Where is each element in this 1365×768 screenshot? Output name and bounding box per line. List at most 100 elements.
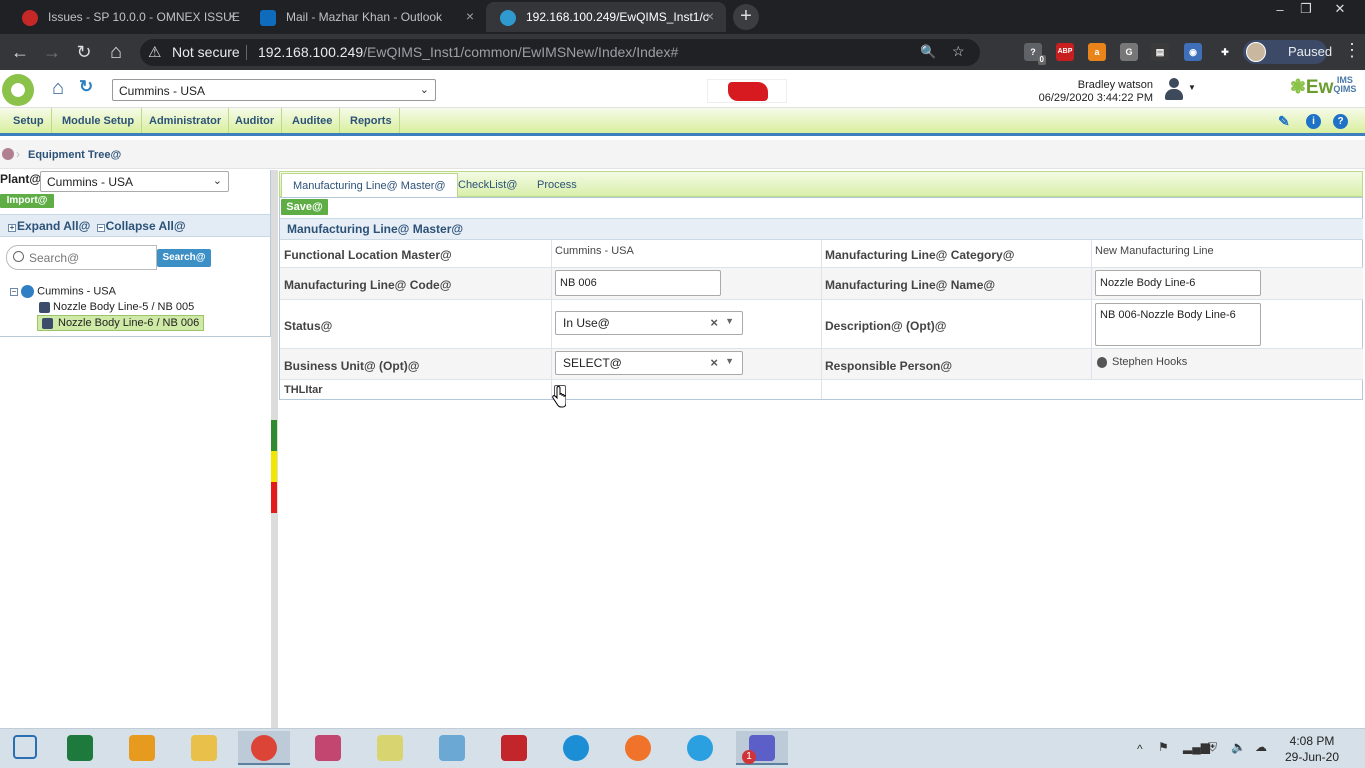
plant-select[interactable]: Cummins - USA ⌄ [112, 79, 436, 101]
description-textarea[interactable]: NB 006-Nozzle Body Line-6 [1095, 303, 1261, 346]
grammarly-icon[interactable]: G [1120, 43, 1138, 61]
ie-taskbar-button[interactable] [674, 731, 726, 765]
status-select[interactable]: In Use@ × ▼ [555, 311, 743, 335]
back-icon[interactable]: ← [10, 42, 30, 62]
pdf-icon[interactable]: ▤ [1151, 43, 1169, 61]
forward-icon[interactable]: → [42, 42, 62, 62]
puzzle-icon[interactable]: ✚ [1216, 43, 1234, 61]
edge-taskbar-button[interactable] [550, 731, 602, 765]
profile-button[interactable]: Paused [1243, 40, 1332, 64]
home-icon[interactable]: ⌂ [52, 78, 72, 98]
security-tray-icon[interactable]: ⛨ [1208, 740, 1217, 755]
tree-root[interactable]: − Cummins - USA [10, 285, 116, 298]
tray-chevron-icon[interactable]: ^ [1137, 742, 1143, 756]
help-extension-icon[interactable]: ? 0 [1024, 43, 1046, 65]
onedrive-icon[interactable]: ☁ [1255, 740, 1267, 754]
menu-setup[interactable]: Setup [6, 108, 52, 133]
collapse-node-icon[interactable]: − [10, 287, 18, 296]
firefox-icon [625, 735, 651, 761]
excel-taskbar-button[interactable] [54, 731, 106, 765]
network-icon[interactable]: ▂▄▆ [1183, 740, 1210, 754]
chrome-taskbar-button[interactable] [238, 731, 290, 765]
chevron-down-icon: ⌄ [212, 175, 222, 187]
adblock-icon[interactable]: ABP [1056, 43, 1074, 61]
tree-node-nb005[interactable]: Nozzle Body Line-5 / NB 005 [39, 301, 194, 313]
browser-tab-issues[interactable]: Issues - SP 10.0.0 - OMNEX ISSUE × [8, 2, 248, 32]
file-explorer-taskbar-button[interactable] [178, 731, 230, 765]
tree-node-label: Nozzle Body Line-5 / NB 005 [53, 301, 195, 313]
zoom-icon[interactable]: 🔍 [920, 44, 936, 60]
menu-auditee[interactable]: Auditee [285, 108, 341, 133]
new-tab-button[interactable]: + [733, 4, 759, 30]
pin-icon[interactable]: ✎ [1278, 113, 1290, 130]
antivirus-taskbar-button[interactable] [488, 731, 540, 765]
home-icon[interactable]: ⌂ [106, 42, 126, 62]
save-button[interactable]: Save@ [281, 199, 328, 215]
flag-icon[interactable]: ⚑ [1158, 740, 1169, 754]
browser-menu-icon[interactable]: ⋮ [1343, 40, 1361, 61]
code-label: Manufacturing Line@ Code@ [284, 278, 452, 292]
reload-icon[interactable]: ↻ [74, 42, 94, 62]
start-taskbar-button[interactable] [0, 731, 52, 765]
flower-app-taskbar-button[interactable] [116, 731, 168, 765]
chrome-icon [251, 735, 277, 761]
divider [821, 240, 822, 399]
expand-all-button[interactable]: + Expand All@ [8, 219, 90, 233]
menu-reports[interactable]: Reports [343, 108, 400, 133]
plant-dropdown[interactable]: Cummins - USA ⌄ [40, 171, 229, 192]
tab-process[interactable]: Process [526, 173, 588, 197]
star-icon[interactable]: ☆ [952, 43, 965, 60]
tree-search-input[interactable]: Search@ [6, 245, 157, 270]
tab-master[interactable]: Manufacturing Line@ Master@ [281, 173, 458, 198]
close-tab-icon[interactable]: × [706, 8, 714, 24]
browser-tab-outlook[interactable]: Mail - Mazhar Khan - Outlook × [246, 2, 486, 32]
user-icon[interactable] [1163, 78, 1185, 102]
chevron-down-icon: ▼ [725, 356, 734, 366]
code-input[interactable]: NB 006 [555, 270, 721, 296]
close-window-icon[interactable]: ✕ [1324, 0, 1356, 18]
menu-administrator[interactable]: Administrator [142, 108, 230, 133]
ie-icon [687, 735, 713, 761]
divider [246, 45, 247, 60]
divider [551, 240, 552, 399]
business-unit-select[interactable]: SELECT@ × ▼ [555, 351, 743, 375]
status-label: Status@ [284, 319, 333, 333]
help-icon[interactable]: ? [1333, 114, 1348, 129]
system-clock[interactable]: 4:08 PM 29-Jun-20 [1282, 733, 1342, 765]
volume-icon[interactable]: 🔈 [1231, 740, 1246, 754]
menu-auditor[interactable]: Auditor [228, 108, 283, 133]
responsible-person[interactable]: Stephen Hooks [1097, 356, 1187, 368]
menu-module-setup[interactable]: Module Setup [55, 108, 143, 133]
business-unit-label: Business Unit@ (Opt)@ [284, 359, 420, 373]
responsible-value: Stephen Hooks [1112, 356, 1188, 368]
search-button[interactable]: Search@ [157, 249, 211, 267]
user-menu-chevron-icon[interactable]: ▼ [1188, 83, 1196, 92]
close-tab-icon[interactable]: × [466, 8, 474, 24]
notepad-taskbar-button[interactable] [426, 731, 478, 765]
snipping-tool-taskbar-button[interactable] [302, 731, 354, 765]
refresh-icon[interactable]: ↻ [79, 78, 97, 96]
snipping-tool-icon [315, 735, 341, 761]
amazon-assistant-icon[interactable]: a [1088, 43, 1106, 61]
teams-badge: 1 [742, 750, 756, 764]
maximize-icon[interactable]: ❐ [1290, 0, 1322, 18]
omnex-icon [22, 10, 38, 26]
name-input[interactable]: Nozzle Body Line-6 [1095, 270, 1261, 296]
collapse-all-button[interactable]: − Collapse All@ [96, 219, 186, 233]
import-button[interactable]: Import@ [0, 194, 54, 208]
address-bar[interactable]: ⚠ Not secure 192.168.100.249/EwQIMS_Inst… [140, 39, 980, 66]
browser-tab-ewqims[interactable]: 192.168.100.249/EwQIMS_Inst1/c × [486, 2, 726, 32]
detail-tabs: Manufacturing Line@ Master@ CheckList@ P… [279, 171, 1363, 198]
firefox-taskbar-button[interactable] [612, 731, 664, 765]
logo-sub: QIMS [1333, 84, 1357, 94]
close-tab-icon[interactable]: × [228, 8, 236, 24]
clear-icon[interactable]: × [710, 315, 718, 330]
firefox-ext-icon[interactable]: ◉ [1184, 43, 1202, 61]
info-icon[interactable]: i [1306, 114, 1321, 129]
tab-checklist[interactable]: CheckList@ [447, 173, 528, 197]
sticky-notes-taskbar-button[interactable] [364, 731, 416, 765]
tree-node-nb006[interactable]: Nozzle Body Line-6 / NB 006 [37, 315, 205, 331]
cummins-logo-mark [728, 82, 768, 101]
plant-select-value: Cummins - USA [119, 84, 206, 98]
clear-icon[interactable]: × [710, 355, 718, 370]
